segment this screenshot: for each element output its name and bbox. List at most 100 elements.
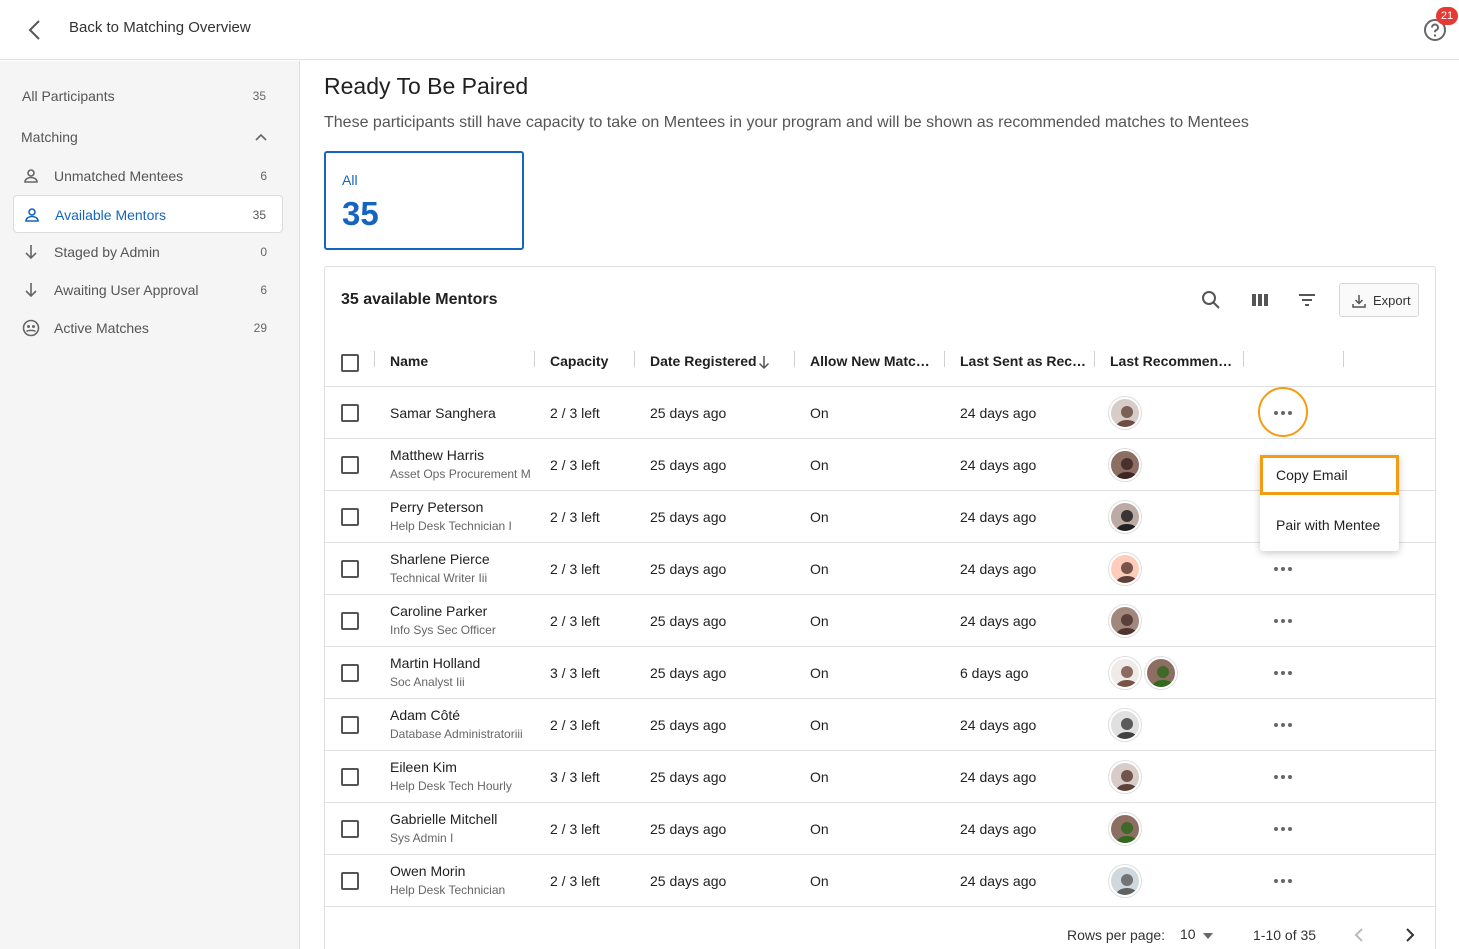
table-row[interactable]: Gabrielle Mitchell Sys Admin I 2 / 3 left 2… xyxy=(325,803,1435,855)
row-checkbox[interactable] xyxy=(341,508,359,526)
date-registered-cell: 25 days ago xyxy=(650,405,727,421)
mentor-name[interactable]: Samar Sanghera xyxy=(390,405,496,421)
avatar[interactable] xyxy=(1109,605,1141,637)
column-header-allow-new-matches[interactable]: Allow New Matc… xyxy=(810,353,930,369)
date-registered-cell: 25 days ago xyxy=(650,509,727,525)
more-actions-icon[interactable] xyxy=(1269,401,1297,425)
avatar[interactable] xyxy=(1109,813,1141,845)
more-actions-icon[interactable] xyxy=(1269,661,1297,685)
date-registered-cell: 25 days ago xyxy=(650,821,727,837)
table-row[interactable]: Samar Sanghera 2 / 3 left 25 days ago On 24 … xyxy=(325,387,1435,439)
table-row[interactable]: Eileen Kim Help Desk Tech Hourly 3 / 3 lef… xyxy=(325,751,1435,803)
avatar[interactable] xyxy=(1109,501,1141,533)
rows-per-page-select[interactable]: 10 xyxy=(1180,926,1214,942)
sidebar-item-awaiting-user-approval[interactable]: Awaiting User Approval 6 xyxy=(13,271,283,309)
people-icon xyxy=(22,319,40,337)
sidebar-item-all-participants[interactable]: All Participants xyxy=(22,88,115,104)
date-registered-cell: 25 days ago xyxy=(650,561,727,577)
more-actions-icon[interactable] xyxy=(1269,609,1297,633)
allow-new-matches-cell: On xyxy=(810,769,829,785)
row-checkbox[interactable] xyxy=(341,404,359,422)
column-header-capacity[interactable]: Capacity xyxy=(550,353,608,369)
capacity-cell: 2 / 3 left xyxy=(550,457,600,473)
person-icon xyxy=(24,169,38,183)
table-row[interactable]: Martin Holland Soc Analyst Iii 3 / 3 left 2… xyxy=(325,647,1435,699)
table-row[interactable]: Adam Côté Database Administratoriii 2 / 3 … xyxy=(325,699,1435,751)
column-header-last-sent[interactable]: Last Sent as Rec… xyxy=(960,353,1086,369)
avatar[interactable] xyxy=(1109,709,1141,741)
row-checkbox[interactable] xyxy=(341,820,359,838)
avatar[interactable] xyxy=(1109,553,1141,585)
mentor-name[interactable]: Owen Morin xyxy=(390,863,465,879)
sidebar-item-active-matches[interactable]: Active Matches 29 xyxy=(13,309,283,347)
stat-card-all[interactable]: All 35 xyxy=(324,151,524,250)
back-link[interactable]: Back to Matching Overview xyxy=(69,19,251,36)
select-all-checkbox[interactable] xyxy=(341,354,359,372)
capacity-cell: 2 / 3 left xyxy=(550,717,600,733)
more-actions-icon[interactable] xyxy=(1269,869,1297,893)
capacity-cell: 2 / 3 left xyxy=(550,873,600,889)
date-registered-cell: 25 days ago xyxy=(650,457,727,473)
more-actions-icon[interactable] xyxy=(1269,765,1297,789)
matching-section-header[interactable]: Matching xyxy=(13,121,283,151)
next-page-icon[interactable] xyxy=(1399,925,1419,945)
mentor-name[interactable]: Gabrielle Mitchell xyxy=(390,811,497,827)
row-checkbox[interactable] xyxy=(341,612,359,630)
mentor-name[interactable]: Caroline Parker xyxy=(390,603,487,619)
row-checkbox[interactable] xyxy=(341,560,359,578)
more-actions-icon[interactable] xyxy=(1269,713,1297,737)
capacity-cell: 2 / 3 left xyxy=(550,405,600,421)
mentor-name[interactable]: Matthew Harris xyxy=(390,447,484,463)
avatar[interactable] xyxy=(1109,397,1141,429)
avatar[interactable] xyxy=(1145,657,1177,689)
export-button[interactable]: Export xyxy=(1339,283,1419,317)
mentor-name[interactable]: Eileen Kim xyxy=(390,759,457,775)
sidebar-item-available-mentors[interactable]: Available Mentors 35 xyxy=(13,195,283,233)
column-divider xyxy=(1243,351,1244,367)
previous-page-icon[interactable] xyxy=(1350,925,1370,945)
chevron-left-icon[interactable] xyxy=(24,18,48,42)
more-actions-icon[interactable] xyxy=(1269,817,1297,841)
avatar[interactable] xyxy=(1109,449,1141,481)
row-checkbox[interactable] xyxy=(341,716,359,734)
search-icon[interactable] xyxy=(1200,289,1222,311)
row-checkbox[interactable] xyxy=(341,872,359,890)
mentor-name[interactable]: Martin Holland xyxy=(390,655,480,671)
column-header-name[interactable]: Name xyxy=(390,353,428,369)
notification-badge: 21 xyxy=(1436,7,1458,25)
row-checkbox[interactable] xyxy=(341,664,359,682)
columns-icon[interactable] xyxy=(1249,289,1271,311)
avatar[interactable] xyxy=(1109,657,1141,689)
sidebar-item-unmatched-mentees[interactable]: Unmatched Mentees 6 xyxy=(13,157,283,195)
mentor-name[interactable]: Sharlene Pierce xyxy=(390,551,490,567)
column-header-last-recommended[interactable]: Last Recommen… xyxy=(1110,353,1232,369)
table-row[interactable]: Caroline Parker Info Sys Sec Officer 2 / 3… xyxy=(325,595,1435,647)
date-registered-cell: 25 days ago xyxy=(650,665,727,681)
person-icon xyxy=(25,208,39,222)
table-pagination: Rows per page: 10 1-10 of 35 xyxy=(325,919,1435,949)
capacity-cell: 2 / 3 left xyxy=(550,561,600,577)
mentor-job-title: Database Administratoriii xyxy=(390,727,523,741)
more-actions-icon[interactable] xyxy=(1269,557,1297,581)
last-sent-cell: 24 days ago xyxy=(960,821,1037,837)
mentor-name[interactable]: Adam Côté xyxy=(390,707,460,723)
copy-email-menu-item[interactable]: Copy Email xyxy=(1260,455,1399,495)
pair-with-mentee-menu-item[interactable]: Pair with Mentee xyxy=(1260,505,1399,545)
column-header-date-registered[interactable]: Date Registered xyxy=(650,353,757,369)
filter-icon[interactable] xyxy=(1296,289,1318,311)
avatar[interactable] xyxy=(1109,761,1141,793)
last-sent-cell: 24 days ago xyxy=(960,561,1037,577)
last-sent-cell: 24 days ago xyxy=(960,873,1037,889)
mentor-name[interactable]: Perry Peterson xyxy=(390,499,483,515)
last-sent-cell: 24 days ago xyxy=(960,769,1037,785)
date-registered-cell: 25 days ago xyxy=(650,717,727,733)
sort-arrow-down-icon[interactable] xyxy=(757,354,771,370)
rows-per-page-value: 10 xyxy=(1180,926,1196,942)
avatar[interactable] xyxy=(1109,865,1141,897)
last-sent-cell: 24 days ago xyxy=(960,613,1037,629)
sidebar-item-staged-by-admin[interactable]: Staged by Admin 0 xyxy=(13,233,283,271)
table-row[interactable]: Owen Morin Help Desk Technician 2 / 3 left… xyxy=(325,855,1435,907)
row-checkbox[interactable] xyxy=(341,768,359,786)
column-divider xyxy=(1094,351,1095,367)
row-checkbox[interactable] xyxy=(341,456,359,474)
